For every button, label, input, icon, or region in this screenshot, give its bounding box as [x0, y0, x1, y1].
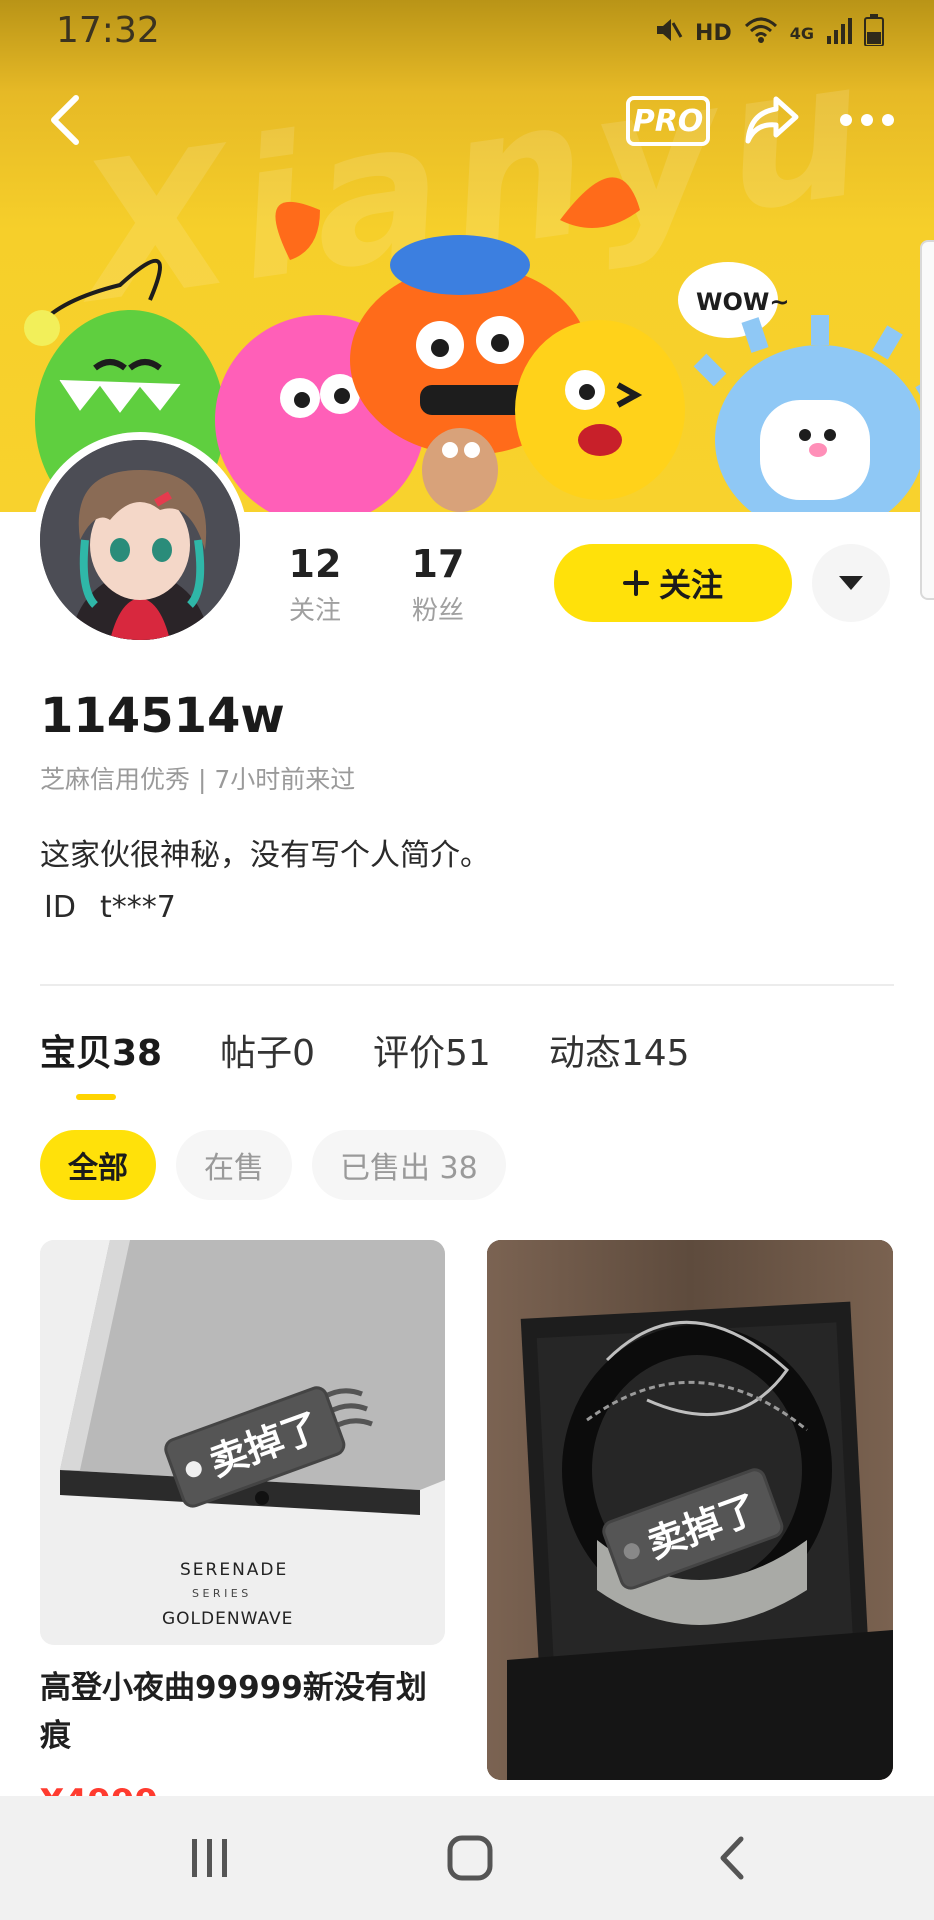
svg-text:S E R I E S: S E R I E S [192, 1587, 248, 1600]
mute-icon [653, 15, 683, 51]
user-id: ID t***7 [44, 890, 176, 925]
tab-activity[interactable]: 动态145 [549, 1024, 690, 1076]
recents-icon [192, 1839, 227, 1877]
item-filters: 全部 在售 已售出 38 [40, 1130, 506, 1200]
status-bar: 17:32 HD 4G [0, 0, 934, 66]
plus-icon [622, 570, 649, 596]
more-horizontal-icon [840, 114, 894, 126]
sold-tag-2: 卖掉了 [600, 1440, 820, 1604]
filter-on-sale[interactable]: 在售 [176, 1130, 292, 1200]
fans-label: 粉丝 [411, 596, 464, 626]
credit-and-last-seen: 芝麻信用优秀 | 7小时前来过 [40, 765, 356, 794]
active-tab-indicator [76, 1094, 116, 1100]
username: 114514w [40, 688, 285, 744]
battery-icon [864, 14, 884, 52]
back-arrow-icon [720, 1836, 744, 1880]
section-divider [40, 984, 894, 986]
avatar[interactable] [32, 432, 248, 648]
sold-tag-1: 卖掉了 [162, 1358, 392, 1532]
following-label: 关注 [288, 596, 341, 626]
system-navigation-bar [0, 1796, 934, 1920]
svg-text:SERENADE: SERENADE [180, 1560, 288, 1580]
tab-reviews[interactable]: 评价51 [373, 1024, 491, 1076]
home-button[interactable] [438, 1826, 502, 1890]
status-icons: HD 4G [653, 14, 884, 52]
product-card-1-title[interactable]: 高登小夜曲99999新没有划痕 [40, 1664, 445, 1760]
filter-sold[interactable]: 已售出 38 [312, 1130, 506, 1200]
recents-button[interactable] [178, 1826, 242, 1890]
home-icon [447, 1835, 493, 1881]
share-icon [745, 96, 799, 144]
follow-button[interactable]: 关注 [554, 544, 792, 622]
fans-count: 17 [411, 542, 465, 586]
share-button[interactable] [740, 88, 804, 152]
svg-text:GOLDENWAVE: GOLDENWAVE [162, 1609, 293, 1629]
fans-stat[interactable]: 17 粉丝 [408, 542, 468, 627]
caret-down-icon [839, 576, 863, 590]
following-stat[interactable]: 12 关注 [286, 542, 344, 627]
avatar-image [40, 440, 240, 640]
tab-items[interactable]: 宝贝38 [40, 1024, 162, 1076]
back-button[interactable] [38, 88, 92, 152]
pro-button[interactable]: PRO [626, 96, 710, 146]
following-count: 12 [288, 542, 342, 586]
more-button[interactable] [834, 88, 900, 152]
filter-all[interactable]: 全部 [40, 1130, 156, 1200]
status-time: 17:32 [56, 10, 160, 51]
bio: 这家伙很神秘，没有写个人简介。 [40, 838, 490, 873]
follow-button-label: 关注 [658, 566, 723, 604]
side-drawer-handle[interactable] [920, 240, 934, 600]
profile-tabs: 宝贝38 帖子0 评价51 动态145 [40, 1024, 690, 1076]
system-back-button[interactable] [700, 1826, 764, 1890]
network-label: 4G [789, 23, 814, 43]
user-id-value: t***7 [99, 890, 176, 925]
chevron-left-icon [51, 95, 79, 145]
wifi-icon [744, 16, 778, 50]
signal-icon [826, 16, 852, 50]
tab-posts[interactable]: 帖子0 [220, 1024, 315, 1076]
user-id-label: ID [44, 890, 76, 925]
top-navigation: PRO [0, 88, 934, 152]
hd-label: HD [695, 20, 732, 46]
svg-text:WOW~: WOW~ [696, 288, 789, 316]
more-options-dropdown[interactable] [812, 544, 890, 622]
